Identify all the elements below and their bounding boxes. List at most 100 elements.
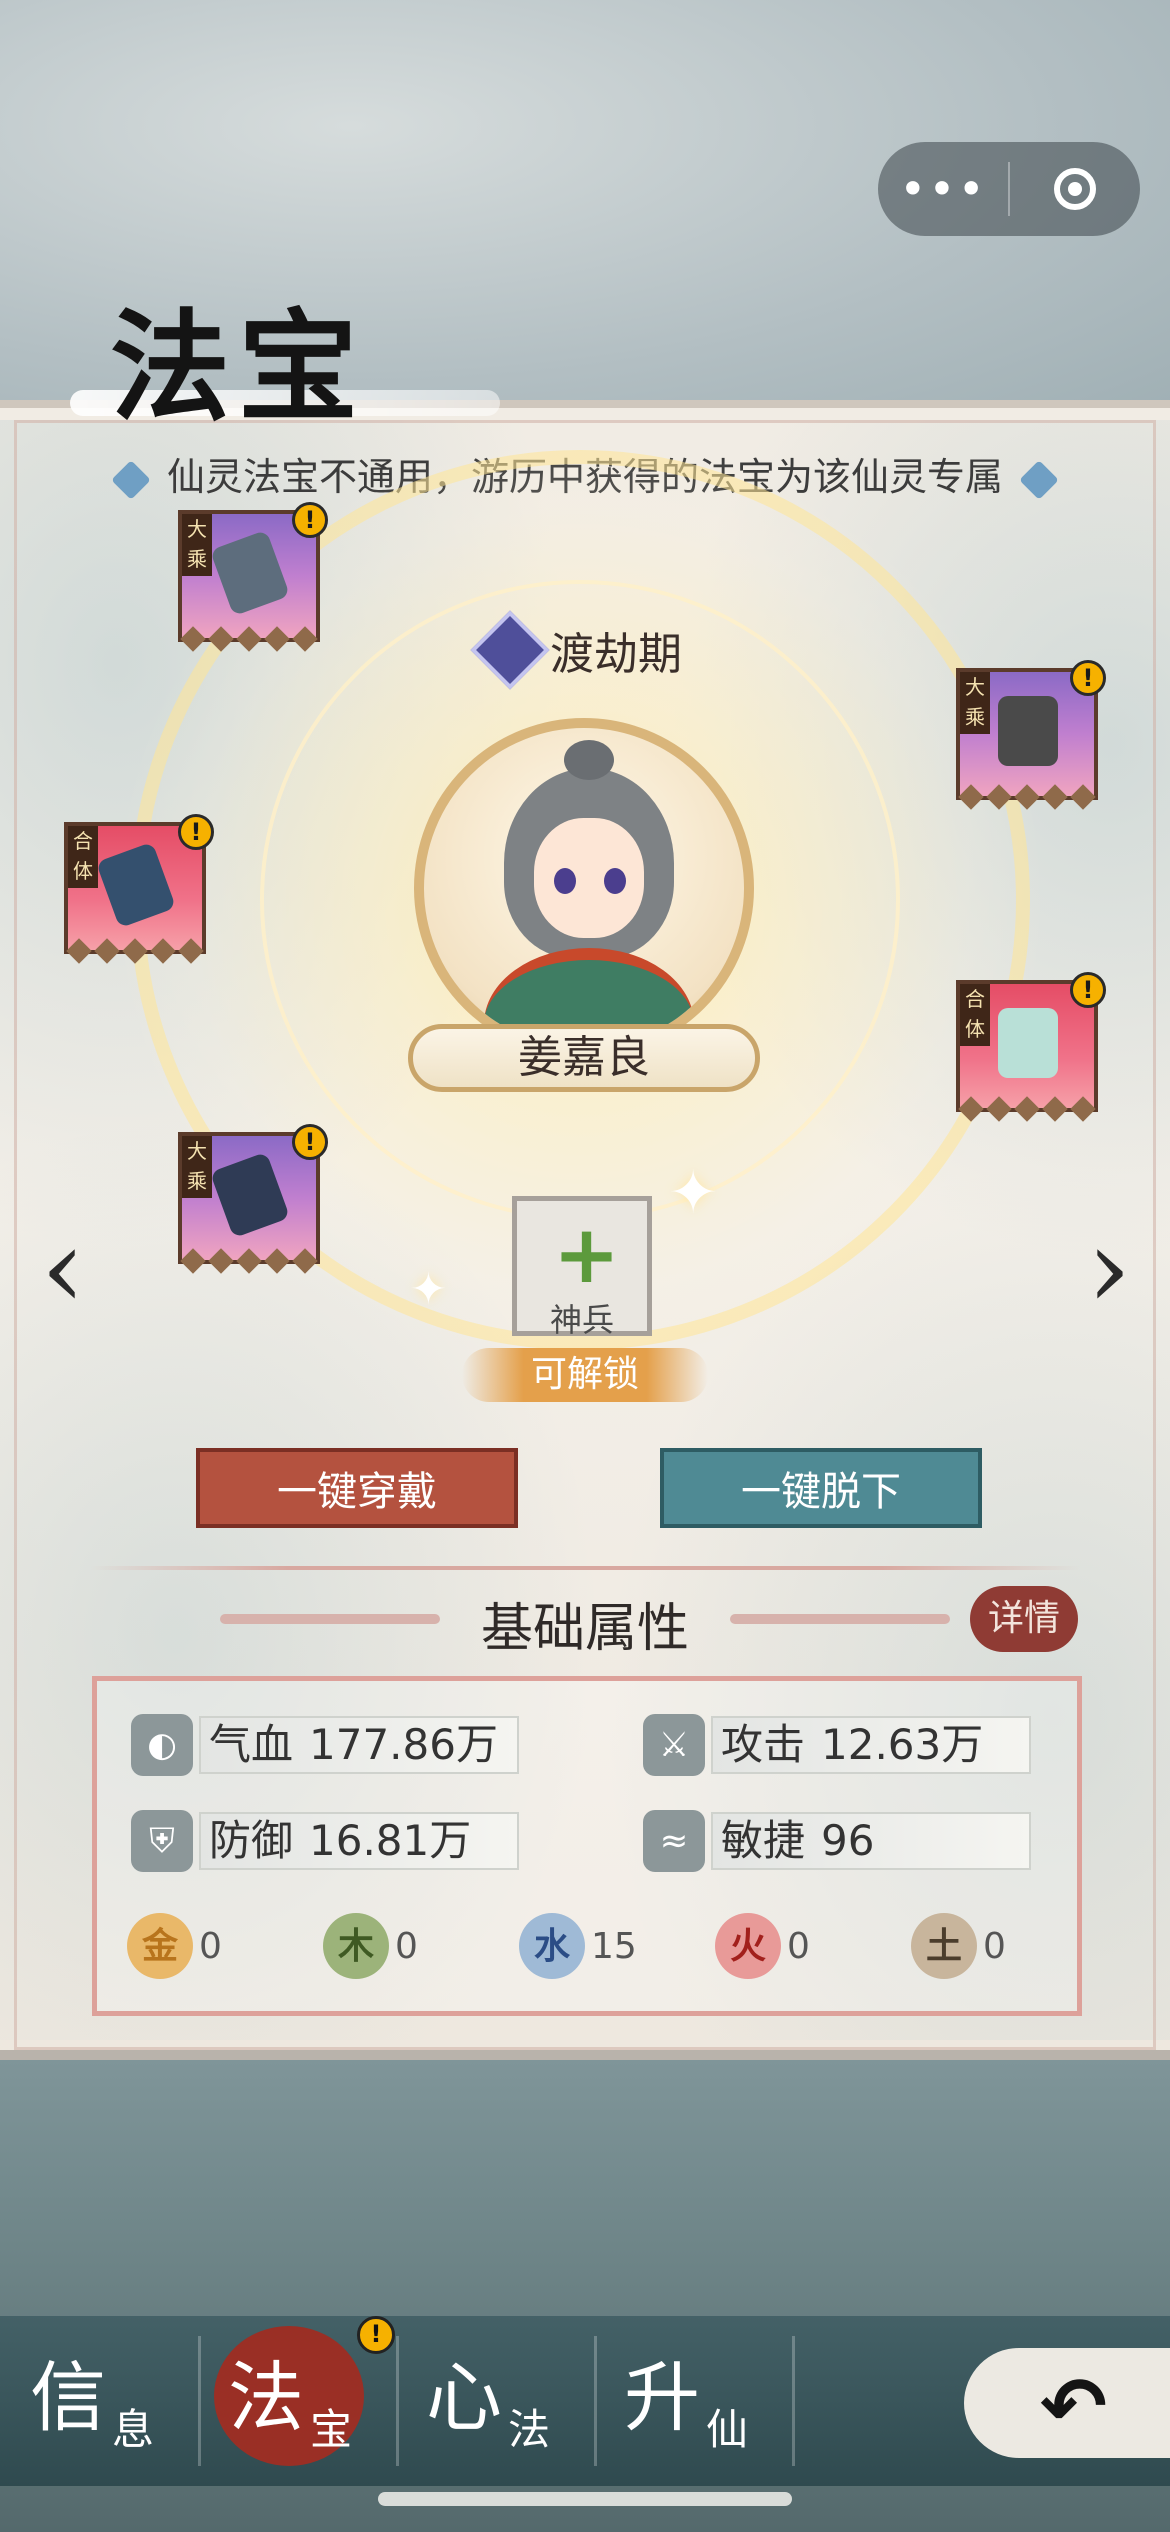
- tab-sublabel: 宝: [310, 2405, 353, 2454]
- rank-tag: 合体: [960, 984, 990, 1046]
- stat-bar: 防御 16.81万: [199, 1812, 519, 1870]
- tab-sublabel: 法: [508, 2405, 551, 2454]
- character-name: 姜嘉良: [408, 1024, 760, 1092]
- eye: [554, 868, 576, 894]
- back-arrow-icon: ↶: [1040, 2360, 1108, 2453]
- face: [534, 818, 644, 938]
- realm-badge: 渡劫期: [470, 610, 682, 690]
- element-metal: 金 0: [127, 1913, 222, 1979]
- wood-element-icon: 木: [323, 1913, 389, 1979]
- element-water: 水 15: [519, 1913, 637, 1979]
- alert-icon: !: [1070, 972, 1106, 1008]
- alert-icon: !: [1070, 660, 1106, 696]
- tab-sublabel: 息: [112, 2405, 155, 2454]
- stat-hp: ◐ 气血 177.86万: [131, 1713, 519, 1777]
- stat-value: 12.63万: [821, 1720, 984, 1769]
- prev-character-button[interactable]: ‹: [28, 1213, 98, 1323]
- more-menu-button[interactable]: •••: [878, 142, 1008, 236]
- star-row: [180, 1248, 318, 1276]
- element-fire: 火 0: [715, 1913, 810, 1979]
- divine-weapon-label: 神兵: [549, 1301, 614, 1339]
- fire-element-icon: 火: [715, 1913, 781, 1979]
- stat-value: 177.86万: [309, 1720, 498, 1769]
- unequip-all-button[interactable]: 一键脱下: [660, 1448, 982, 1528]
- tab-label: 升: [624, 2353, 700, 2442]
- details-button[interactable]: 详情: [970, 1586, 1078, 1652]
- tab-divider: [594, 2336, 597, 2466]
- eye: [604, 868, 626, 894]
- sparkle-icon: ✦: [668, 1158, 719, 1228]
- stat-label: 攻击: [721, 1720, 806, 1769]
- tab-divider: [792, 2336, 795, 2466]
- star-row: [66, 938, 204, 966]
- realm-label: 渡劫期: [550, 629, 682, 680]
- miniprogram-capsule: •••: [878, 142, 1140, 236]
- treasure-slot-armor[interactable]: 大乘 !: [956, 660, 1106, 816]
- element-value: 0: [395, 1925, 418, 1967]
- stat-attack: ⚔ 攻击 12.63万: [643, 1713, 1031, 1777]
- tab-divider: [396, 2336, 399, 2466]
- rank-tag: 合体: [68, 826, 98, 888]
- equip-all-button[interactable]: 一键穿戴: [196, 1448, 518, 1528]
- star-row: [958, 784, 1096, 812]
- element-wood: 木 0: [323, 1913, 418, 1979]
- boot-icon: [998, 1008, 1058, 1078]
- page-title: 法宝: [110, 297, 366, 438]
- treasure-slot-weapon[interactable]: 大乘 !: [178, 502, 328, 658]
- stat-value: 96: [821, 1816, 875, 1865]
- treasure-slot-boots[interactable]: 合体 !: [956, 972, 1106, 1128]
- close-miniprogram-button[interactable]: [1010, 168, 1140, 210]
- alert-icon: !: [292, 1124, 328, 1160]
- stat-bar: 攻击 12.63万: [711, 1716, 1031, 1774]
- element-value: 0: [983, 1925, 1006, 1967]
- rank-tag: 大乘: [960, 672, 990, 734]
- earth-element-icon: 土: [911, 1913, 977, 1979]
- element-value: 0: [787, 1925, 810, 1967]
- alert-icon: !: [357, 2316, 395, 2354]
- treasure-slot-ornament[interactable]: 大乘 !: [178, 1124, 328, 1280]
- tab-ascend[interactable]: 升 仙: [614, 2336, 814, 2466]
- stats-panel: ◐ 气血 177.86万 ⚔ 攻击 12.63万 ⛨ 防御 16.81万 ≈ 敏捷 96…: [92, 1676, 1082, 2016]
- next-character-button[interactable]: ›: [1074, 1213, 1144, 1323]
- ornament-icon: [111, 459, 151, 500]
- wing-icon: ≈: [643, 1810, 705, 1872]
- realm-icon: [470, 610, 550, 690]
- stat-defense: ⛨ 防御 16.81万: [131, 1809, 519, 1873]
- sparkle-icon: ✦: [410, 1264, 447, 1315]
- alert-icon: !: [292, 502, 328, 538]
- section-divider: [90, 1566, 1080, 1570]
- alert-icon: !: [178, 814, 214, 850]
- tab-divider: [198, 2336, 201, 2466]
- water-element-icon: 水: [519, 1913, 585, 1979]
- plus-icon: +: [553, 1208, 621, 1301]
- home-indicator: [378, 2492, 792, 2506]
- tab-info[interactable]: 信 息: [20, 2336, 220, 2466]
- tab-label: 法: [228, 2353, 304, 2442]
- divine-weapon-slot[interactable]: + 神兵: [512, 1196, 652, 1339]
- shield-icon: ⛨: [131, 1810, 193, 1872]
- target-icon: [1054, 168, 1096, 210]
- tab-label: 信: [30, 2353, 106, 2442]
- element-earth: 土 0: [911, 1913, 1006, 1979]
- tab-label: 心: [426, 2353, 502, 2442]
- rank-tag: 大乘: [182, 514, 212, 576]
- stat-bar: 敏捷 96: [711, 1812, 1031, 1870]
- blood-drop-icon: ◐: [131, 1714, 193, 1776]
- tab-treasure[interactable]: 法 宝: [218, 2336, 418, 2466]
- stat-label: 敏捷: [721, 1816, 806, 1865]
- stat-agility: ≈ 敏捷 96: [643, 1809, 1031, 1873]
- robe-icon: [998, 696, 1058, 766]
- attack-icon: ⚔: [643, 1714, 705, 1776]
- element-value: 15: [591, 1925, 637, 1967]
- tab-mind[interactable]: 心 法: [416, 2336, 616, 2466]
- stat-value: 16.81万: [309, 1816, 472, 1865]
- hair-bun: [564, 740, 614, 780]
- tab-sublabel: 仙: [706, 2405, 749, 2454]
- star-row: [958, 1096, 1096, 1124]
- star-row: [180, 626, 318, 654]
- character-avatar[interactable]: [414, 718, 754, 1058]
- stat-bar: 气血 177.86万: [199, 1716, 519, 1774]
- stat-label: 防御: [209, 1816, 294, 1865]
- ornament-icon: [1019, 459, 1059, 500]
- treasure-slot-artifact[interactable]: 合体 !: [64, 814, 214, 970]
